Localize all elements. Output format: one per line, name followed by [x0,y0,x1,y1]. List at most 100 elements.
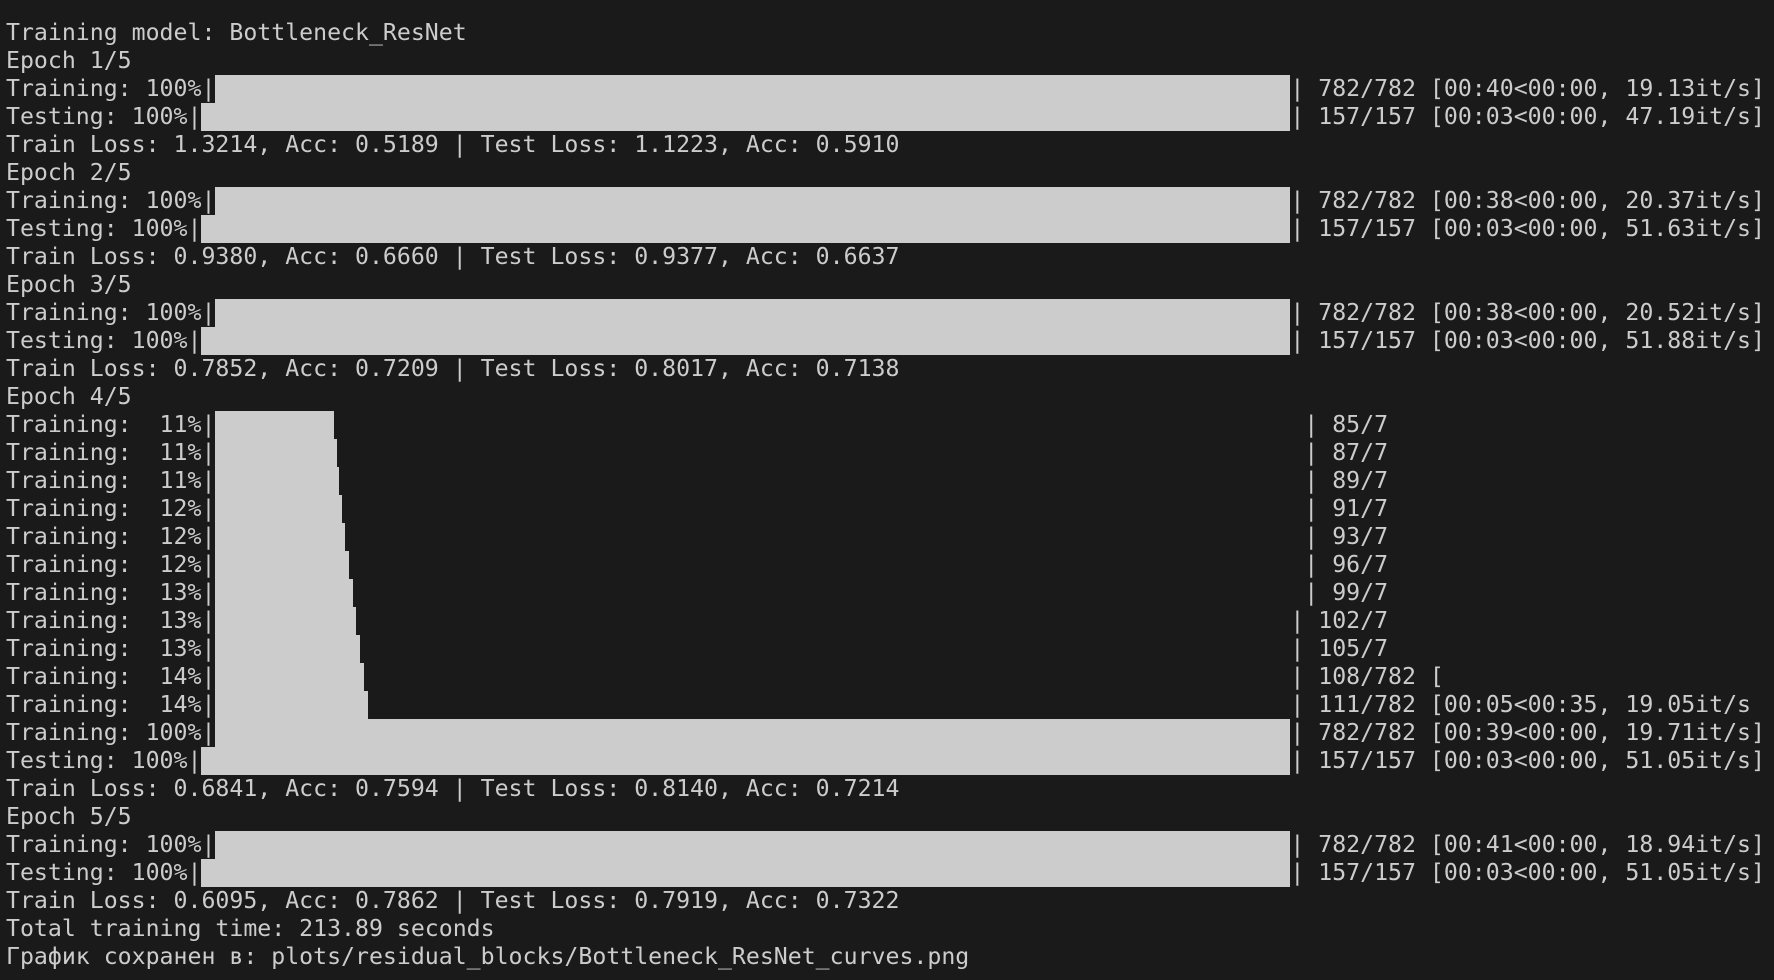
progress-bar-fill [215,691,368,719]
progress-bar [201,103,1291,131]
progress-label: Training: 11%| [6,467,216,494]
progress-line: Testing: 100%| | 157/157 [00:03<00:00, 51… [6,327,1765,355]
progress-stats: | 102/7 [1290,607,1389,634]
progress-line: Training: 100%| | 782/782 [00:40<00:00, 1… [6,75,1765,103]
progress-bar [215,635,1290,663]
progress-bar [201,747,1291,775]
progress-bar-fill [215,523,345,551]
progress-bar-fill [215,411,334,439]
progress-label: Training: 100%| [6,75,216,102]
output-line: Epoch 4/5 [6,383,1765,411]
progress-bar [215,579,1304,607]
progress-stats: | 157/157 [00:03<00:00, 47.19it/s] [1290,103,1765,130]
terminal-output[interactable]: Training model: Bottleneck_ResNet Epoch 1… [6,19,1765,971]
progress-line: Training: 100%| | 782/782 [00:38<00:00, 2… [6,187,1765,215]
progress-line: Testing: 100%| | 157/157 [00:03<00:00, 51… [6,859,1765,887]
progress-line: Training: 11%| | 85/7 [6,411,1765,439]
output-text: Epoch 5/5 [6,803,132,830]
output-text: Train Loss: 0.9380, Acc: 0.6660 | Test L… [6,243,900,270]
progress-bar [215,523,1304,551]
progress-stats: | 87/7 [1304,439,1389,466]
progress-stats: | 105/7 [1290,635,1389,662]
progress-stats: | 157/157 [00:03<00:00, 51.63it/s] [1290,215,1765,242]
output-text: Total training time: 213.89 seconds [6,915,495,942]
progress-bar-fill [215,663,364,691]
output-line: Total training time: 213.89 seconds [6,915,1765,943]
progress-label: Training: 11%| [6,439,216,466]
progress-bar [215,607,1290,635]
progress-bar [215,411,1304,439]
progress-label: Training: 14%| [6,663,216,690]
progress-bar-fill [215,467,340,495]
output-text: Epoch 3/5 [6,271,132,298]
progress-stats: | 157/157 [00:03<00:00, 51.05it/s] [1290,747,1765,774]
output-line: Training model: Bottleneck_ResNet [6,19,1765,47]
progress-label: Training: 12%| [6,523,216,550]
progress-line: Testing: 100%| | 157/157 [00:03<00:00, 47… [6,103,1765,131]
progress-stats: | 782/782 [00:39<00:00, 19.71it/s] [1290,719,1765,746]
progress-stats: | 89/7 [1304,467,1389,494]
progress-stats: | 91/7 [1304,495,1389,522]
progress-stats: | 157/157 [00:03<00:00, 51.88it/s] [1290,327,1765,354]
output-text: Epoch 2/5 [6,159,132,186]
progress-stats: | 782/782 [00:38<00:00, 20.52it/s] [1290,299,1765,326]
progress-label: Training: 13%| [6,607,216,634]
output-text: Train Loss: 0.6841, Acc: 0.7594 | Test L… [6,775,900,802]
output-line: Train Loss: 0.6841, Acc: 0.7594 | Test L… [6,775,1765,803]
progress-bar [201,215,1291,243]
progress-label: Training: 100%| [6,719,216,746]
progress-stats: | 157/157 [00:03<00:00, 51.05it/s] [1290,859,1765,886]
progress-line: Training: 14%| | 111/782 [00:05<00:35, 19… [6,691,1765,719]
output-line: Epoch 1/5 [6,47,1765,75]
progress-stats: | 108/782 [ [1290,663,1444,690]
progress-stats: | 93/7 [1304,523,1389,550]
progress-line: Training: 12%| | 96/7 [6,551,1765,579]
progress-bar [215,75,1291,103]
progress-line: Training: 14%| | 108/782 [ [6,663,1765,691]
output-line: Epoch 2/5 [6,159,1765,187]
progress-bar [215,551,1304,579]
progress-bar [215,663,1290,691]
progress-bar-fill [215,439,337,467]
progress-bar [215,187,1291,215]
output-line: Epoch 5/5 [6,803,1765,831]
progress-stats: | 111/782 [00:05<00:35, 19.05it/s [1290,691,1752,718]
progress-bar-fill [215,187,1291,215]
progress-line: Training: 100%| | 782/782 [00:41<00:00, 1… [6,831,1765,859]
progress-line: Training: 11%| | 87/7 [6,439,1765,467]
progress-bar [215,467,1304,495]
progress-line: Training: 13%| | 99/7 [6,579,1765,607]
progress-line: Training: 12%| | 93/7 [6,523,1765,551]
output-line: Train Loss: 0.9380, Acc: 0.6660 | Test L… [6,243,1765,271]
progress-stats: | 85/7 [1304,411,1389,438]
progress-bar [215,719,1291,747]
output-text: Epoch 4/5 [6,383,132,410]
progress-line: Training: 100%| | 782/782 [00:38<00:00, 2… [6,299,1765,327]
progress-label: Training: 14%| [6,691,216,718]
progress-line: Training: 13%| | 102/7 [6,607,1765,635]
progress-stats: | 99/7 [1304,579,1389,606]
progress-line: Training: 11%| | 89/7 [6,467,1765,495]
progress-line: Testing: 100%| | 157/157 [00:03<00:00, 51… [6,747,1765,775]
output-line: График сохранен в: plots/residual_blocks… [6,943,1765,971]
progress-bar-fill [215,551,350,579]
progress-line: Testing: 100%| | 157/157 [00:03<00:00, 51… [6,215,1765,243]
output-text: Train Loss: 1.3214, Acc: 0.5189 | Test L… [6,131,900,158]
progress-line: Training: 12%| | 91/7 [6,495,1765,523]
progress-bar-fill [215,635,360,663]
progress-label: Training: 100%| [6,831,216,858]
progress-label: Training: 13%| [6,579,216,606]
progress-label: Testing: 100%| [6,859,202,886]
progress-stats: | 782/782 [00:41<00:00, 18.94it/s] [1290,831,1765,858]
progress-stats: | 782/782 [00:38<00:00, 20.37it/s] [1290,187,1765,214]
progress-label: Testing: 100%| [6,215,202,242]
progress-line: Training: 13%| | 105/7 [6,635,1765,663]
output-text: Train Loss: 0.7852, Acc: 0.7209 | Test L… [6,355,900,382]
progress-bar-fill [215,607,356,635]
progress-bar [215,691,1290,719]
output-text: Epoch 1/5 [6,47,132,74]
progress-bar-fill [201,103,1291,131]
progress-bar [215,831,1291,859]
progress-bar [201,859,1291,887]
progress-label: Training: 12%| [6,495,216,522]
